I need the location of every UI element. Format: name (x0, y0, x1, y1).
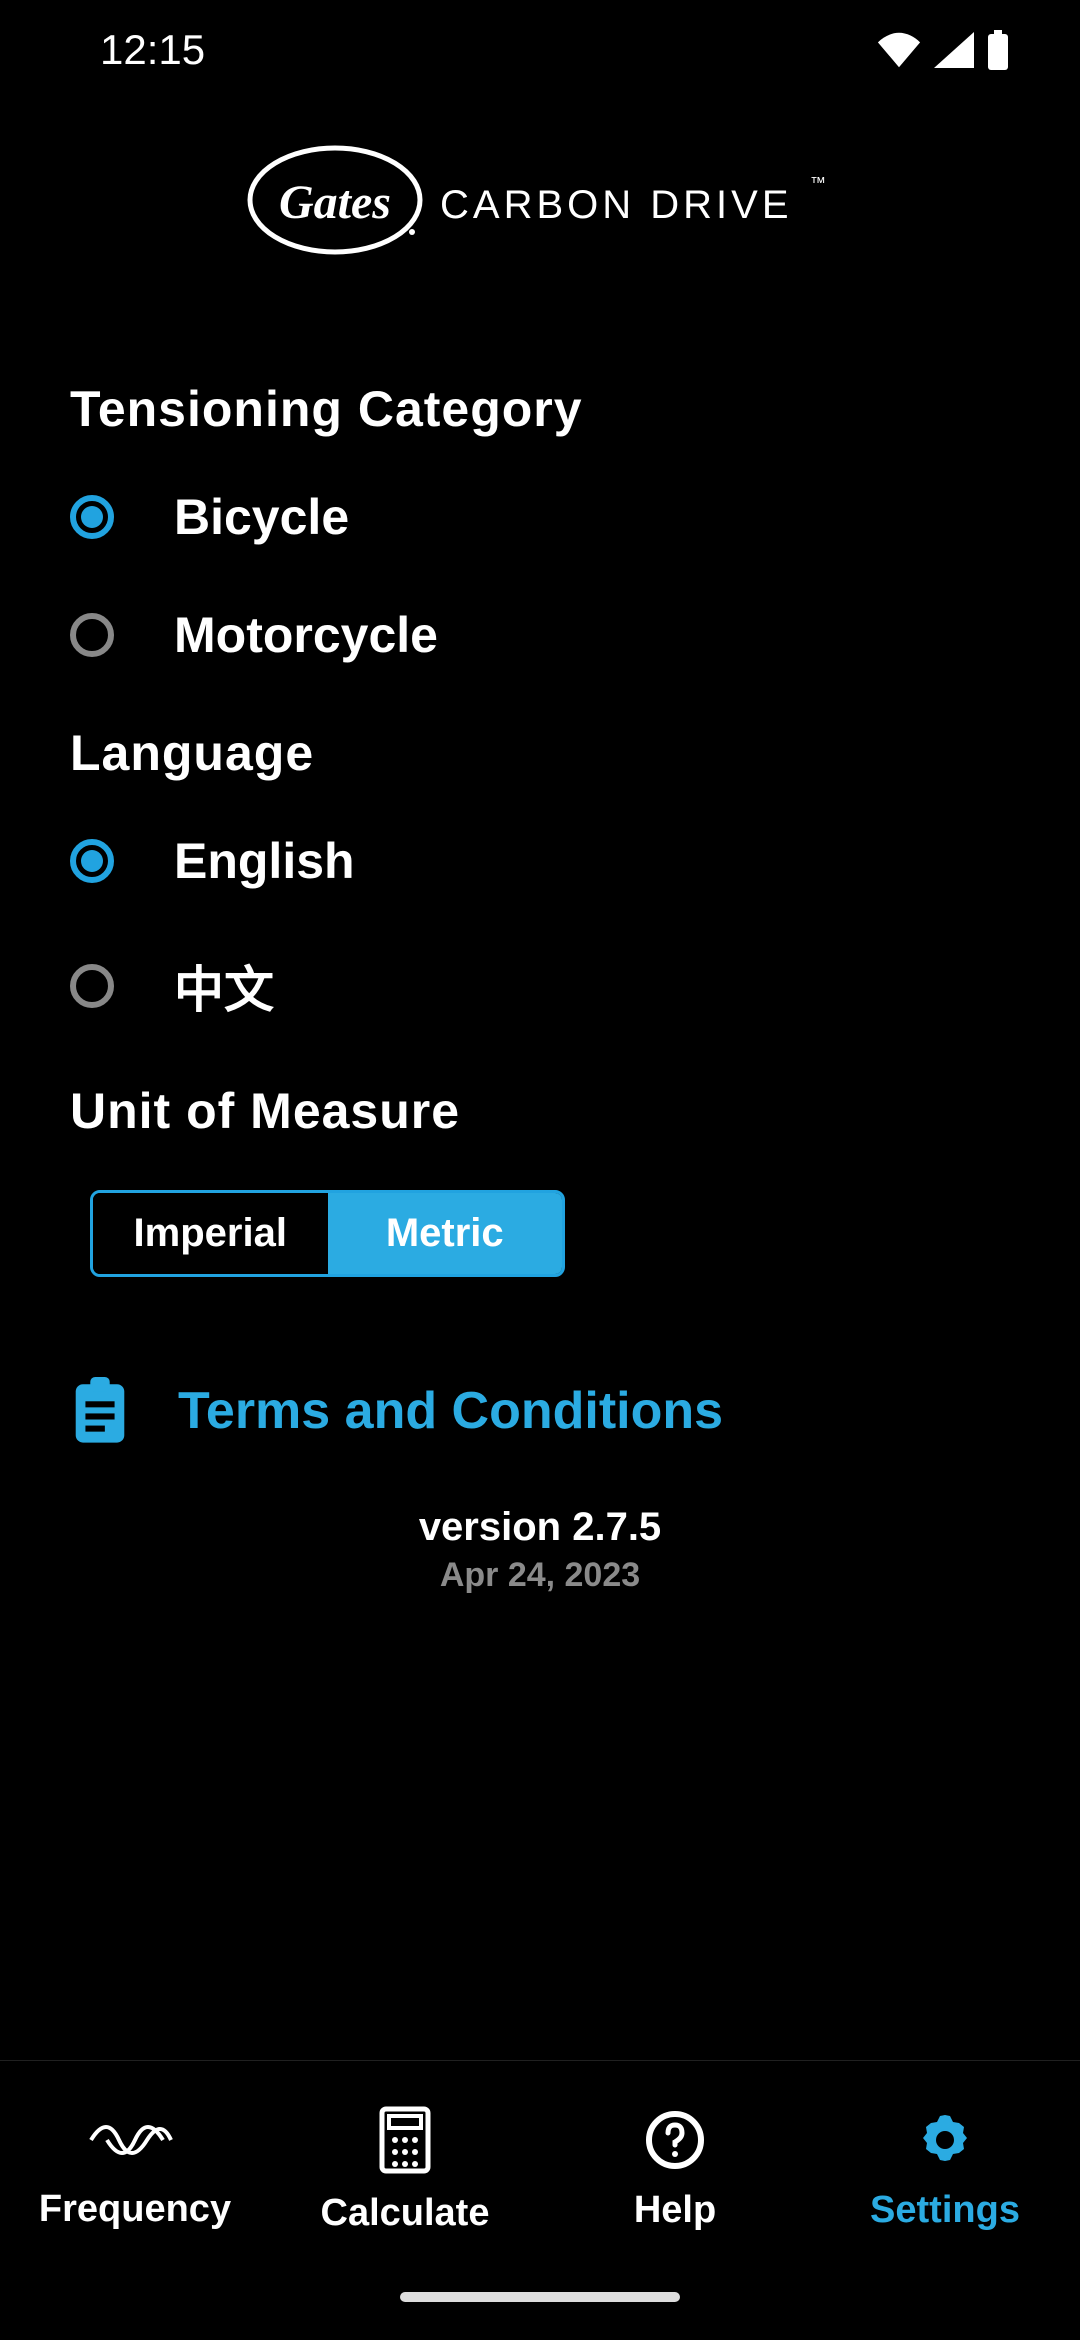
unit-title: Unit of Measure (70, 1082, 1010, 1140)
status-icons (876, 30, 1040, 70)
radio-chinese[interactable]: 中文 (70, 950, 1010, 1022)
radio-motorcycle[interactable]: Motorcycle (70, 606, 1010, 664)
clipboard-icon (70, 1377, 130, 1445)
home-indicator[interactable] (0, 2280, 1080, 2340)
settings-content: Tensioning Category Bicycle Motorcycle L… (0, 320, 1080, 2060)
radio-icon-selected (70, 839, 114, 883)
tab-frequency[interactable]: Frequency (0, 2061, 270, 2280)
tab-help[interactable]: Help (540, 2061, 810, 2280)
radio-label: Bicycle (174, 488, 349, 546)
status-time: 12:15 (100, 26, 205, 74)
svg-text:Gates: Gates (279, 176, 391, 229)
radio-bicycle[interactable]: Bicycle (70, 488, 1010, 546)
tab-calculate[interactable]: Calculate (270, 2061, 540, 2280)
battery-icon (986, 30, 1010, 70)
tab-label: Help (634, 2189, 716, 2232)
radio-label: Motorcycle (174, 606, 438, 664)
svg-text:™: ™ (810, 175, 826, 192)
radio-english[interactable]: English (70, 832, 1010, 890)
tab-bar: Frequency Calculate Help Settings (0, 2060, 1080, 2280)
radio-label: 中文 (174, 950, 274, 1022)
gear-icon (914, 2109, 976, 2171)
brand-text: CARBON DRIVE (440, 183, 793, 227)
version-date: Apr 24, 2023 (70, 1556, 1010, 1595)
radio-icon-selected (70, 495, 114, 539)
status-bar: 12:15 (0, 0, 1080, 100)
brand-logo: Gates CARBON DRIVE ™ (0, 100, 1080, 320)
wifi-icon (876, 32, 922, 68)
radio-label: English (174, 832, 355, 890)
tab-settings[interactable]: Settings (810, 2061, 1080, 2280)
unit-imperial-button[interactable]: Imperial (93, 1193, 328, 1274)
unit-segmented-control: Imperial Metric (90, 1190, 565, 1277)
radio-icon (70, 613, 114, 657)
terms-label: Terms and Conditions (178, 1381, 723, 1441)
tensioning-title: Tensioning Category (70, 380, 1010, 438)
wave-icon (87, 2110, 183, 2170)
unit-metric-button[interactable]: Metric (328, 1193, 563, 1274)
radio-icon (70, 964, 114, 1008)
tab-label: Frequency (39, 2188, 231, 2231)
terms-link[interactable]: Terms and Conditions (70, 1377, 1010, 1445)
language-title: Language (70, 724, 1010, 782)
calculator-icon (379, 2106, 431, 2174)
help-icon (644, 2109, 706, 2171)
tab-label: Settings (870, 2189, 1020, 2232)
tab-label: Calculate (321, 2192, 490, 2235)
version-text: version 2.7.5 (70, 1505, 1010, 1550)
version-block: version 2.7.5 Apr 24, 2023 (70, 1505, 1010, 1595)
cellular-icon (934, 32, 974, 68)
